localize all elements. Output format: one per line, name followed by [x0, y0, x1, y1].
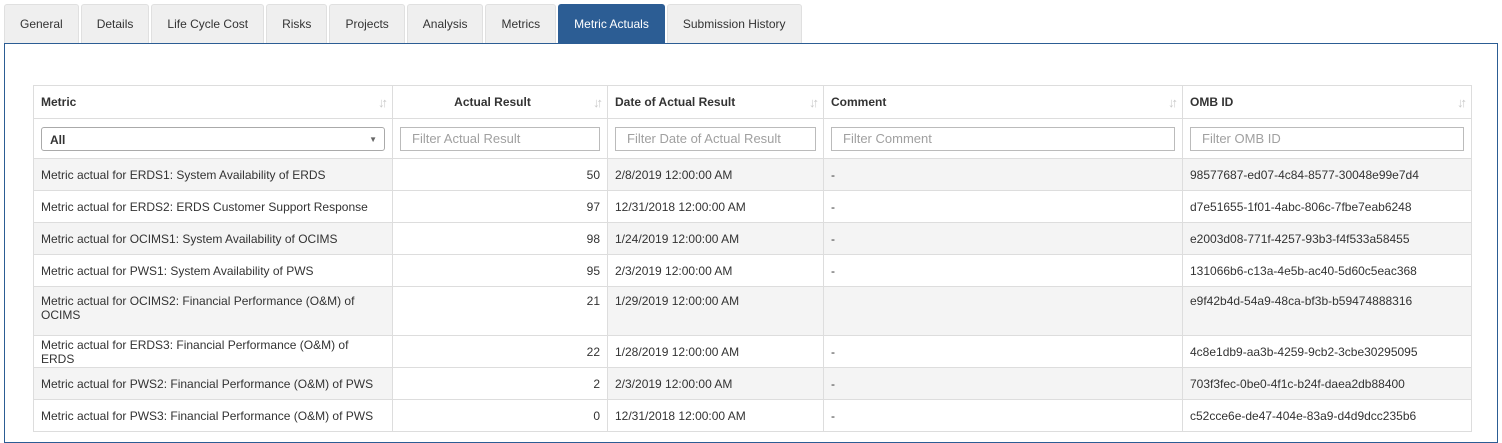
date-filter-input[interactable] [615, 126, 816, 151]
omb-id-cell: d7e51655-1f01-4abc-806c-7fbe7eab6248 [1182, 190, 1472, 223]
metric-cell: Metric actual for ERDS1: System Availabi… [33, 158, 393, 191]
metric-actuals-table: Metric ↓↑ Actual Result ↓↑ Date of Actua… [33, 85, 1472, 432]
tab-details[interactable]: Details [80, 4, 150, 43]
tab-metrics[interactable]: Metrics [485, 4, 557, 43]
comment-filter-input[interactable] [831, 126, 1175, 151]
omb-id-cell: 98577687-ed07-4c84-8577-30048e99e7d4 [1182, 158, 1472, 191]
metric-cell: Metric actual for ERDS3: Financial Perfo… [33, 335, 393, 368]
comment-cell: - [823, 254, 1183, 287]
filter-cell-comment [823, 118, 1183, 159]
table-row[interactable]: Metric actual for ERDS2: ERDS Customer S… [33, 190, 1472, 223]
omb-id-cell: 131066b6-c13a-4e5b-ac40-5d60c5eac368 [1182, 254, 1472, 287]
table-row[interactable]: Metric actual for OCIMS2: Financial Perf… [33, 286, 1472, 336]
tab-life-cycle-cost[interactable]: Life Cycle Cost [151, 4, 265, 43]
date-cell: 1/29/2019 12:00:00 AM [607, 286, 824, 336]
date-cell: 2/3/2019 12:00:00 AM [607, 367, 824, 400]
date-cell: 12/31/2018 12:00:00 AM [607, 399, 824, 432]
filter-cell-actual [392, 118, 608, 159]
column-header-comment[interactable]: Comment ↓↑ [823, 85, 1183, 119]
sort-arrows-icon[interactable]: ↓↑ [809, 95, 819, 110]
tab-analysis[interactable]: Analysis [406, 4, 484, 43]
omb-id-cell: e9f42b4d-54a9-48ca-bf3b-b59474888316 [1182, 286, 1472, 336]
column-header-label: OMB ID [1190, 95, 1234, 109]
tab-risks[interactable]: Risks [266, 4, 328, 43]
sort-arrows-icon[interactable]: ↓↑ [1168, 95, 1178, 110]
metric-cell: Metric actual for PWS2: Financial Perfor… [33, 367, 393, 400]
metric-cell: Metric actual for ERDS2: ERDS Customer S… [33, 190, 393, 223]
actual-result-cell: 21 [392, 286, 608, 336]
comment-cell: - [823, 222, 1183, 255]
sort-arrows-icon[interactable]: ↓↑ [1457, 95, 1467, 110]
date-cell: 12/31/2018 12:00:00 AM [607, 190, 824, 223]
table-row[interactable]: Metric actual for ERDS1: System Availabi… [33, 158, 1472, 191]
column-header-label: Actual Result [454, 95, 531, 109]
date-cell: 1/28/2019 12:00:00 AM [607, 335, 824, 368]
tab-general[interactable]: General [4, 4, 79, 43]
metric-cell: Metric actual for OCIMS1: System Availab… [33, 222, 393, 255]
column-header-omb-id[interactable]: OMB ID ↓↑ [1182, 85, 1472, 119]
comment-cell [823, 286, 1183, 336]
tab-submission-history[interactable]: Submission History [666, 4, 802, 43]
column-header-date-of-actual-result[interactable]: Date of Actual Result ↓↑ [607, 85, 824, 119]
metric-cell: Metric actual for PWS3: Financial Perfor… [33, 399, 393, 432]
tab-projects[interactable]: Projects [329, 4, 405, 43]
actual-result-cell: 22 [392, 335, 608, 368]
metric-cell: Metric actual for PWS1: System Availabil… [33, 254, 393, 287]
table-row[interactable]: Metric actual for PWS2: Financial Perfor… [33, 367, 1472, 400]
sort-arrows-icon[interactable]: ↓↑ [378, 95, 388, 110]
actual-result-cell: 50 [392, 158, 608, 191]
comment-cell: - [823, 399, 1183, 432]
omb-id-cell: c52cce6e-de47-404e-83a9-d4d9dcc235b6 [1182, 399, 1472, 432]
actual-result-cell: 97 [392, 190, 608, 223]
omb-id-cell: 4c8e1db9-aa3b-4259-9cb2-3cbe30295095 [1182, 335, 1472, 368]
table-row[interactable]: Metric actual for OCIMS1: System Availab… [33, 222, 1472, 255]
metric-filter-value: All [50, 132, 66, 147]
date-cell: 1/24/2019 12:00:00 AM [607, 222, 824, 255]
table-row[interactable]: Metric actual for PWS1: System Availabil… [33, 254, 1472, 287]
metric-cell: Metric actual for OCIMS2: Financial Perf… [33, 286, 393, 336]
caret-down-icon: ▼ [369, 134, 377, 144]
table-row[interactable]: Metric actual for ERDS3: Financial Perfo… [33, 335, 1472, 368]
filter-cell-metric: All ▼ [33, 118, 393, 159]
column-header-metric[interactable]: Metric ↓↑ [33, 85, 393, 119]
column-header-actual-result[interactable]: Actual Result ↓↑ [392, 85, 608, 119]
column-header-label: Comment [831, 95, 887, 109]
actual-result-filter-input[interactable] [400, 126, 600, 151]
column-header-label: Metric [41, 95, 77, 109]
table-row[interactable]: Metric actual for PWS3: Financial Perfor… [33, 399, 1472, 432]
actual-result-cell: 95 [392, 254, 608, 287]
metric-filter-select[interactable]: All ▼ [41, 126, 385, 151]
omb-id-cell: e2003d08-771f-4257-93b3-f4f533a58455 [1182, 222, 1472, 255]
filter-cell-omb [1182, 118, 1472, 159]
actual-result-cell: 2 [392, 367, 608, 400]
comment-cell: - [823, 367, 1183, 400]
tab-bar: General Details Life Cycle Cost Risks Pr… [4, 4, 804, 44]
date-cell: 2/8/2019 12:00:00 AM [607, 158, 824, 191]
actual-result-cell: 98 [392, 222, 608, 255]
date-cell: 2/3/2019 12:00:00 AM [607, 254, 824, 287]
tab-metric-actuals[interactable]: Metric Actuals [558, 4, 665, 43]
comment-cell: - [823, 335, 1183, 368]
column-header-label: Date of Actual Result [615, 95, 736, 109]
sort-arrows-icon[interactable]: ↓↑ [593, 95, 603, 110]
comment-cell: - [823, 158, 1183, 191]
omb-id-filter-input[interactable] [1190, 126, 1464, 151]
actual-result-cell: 0 [392, 399, 608, 432]
comment-cell: - [823, 190, 1183, 223]
omb-id-cell: 703f3fec-0be0-4f1c-b24f-daea2db88400 [1182, 367, 1472, 400]
filter-cell-date [607, 118, 824, 159]
